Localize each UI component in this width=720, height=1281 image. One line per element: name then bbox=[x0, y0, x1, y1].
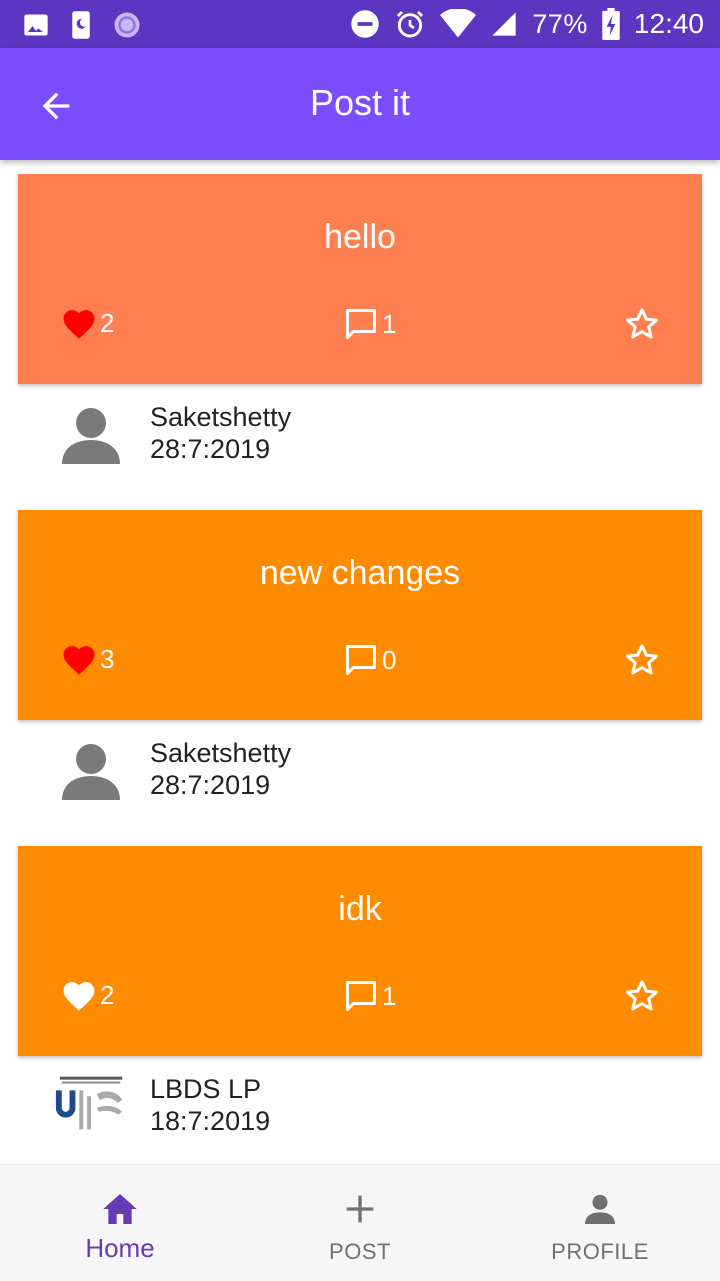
comment-count: 1 bbox=[382, 980, 397, 1011]
like-button[interactable]: 2 bbox=[60, 306, 114, 340]
battery-icon bbox=[602, 8, 620, 40]
person-avatar-icon bbox=[62, 744, 120, 800]
nav-profile-label: PROFILE bbox=[551, 1239, 649, 1264]
signal-icon bbox=[492, 12, 517, 36]
post-title: new changes bbox=[259, 554, 461, 592]
heart-filled-icon bbox=[63, 646, 95, 675]
phone-icon bbox=[72, 11, 90, 39]
wifi-icon bbox=[440, 9, 477, 38]
battery-percent: 77% bbox=[532, 8, 588, 39]
like-count: 2 bbox=[100, 307, 115, 338]
post-author[interactable]: Saketshetty 28:7:2019 bbox=[0, 386, 720, 486]
star-outline-icon bbox=[625, 980, 659, 1011]
status-bar: 77% 12:40 bbox=[0, 0, 720, 48]
nav-home-label: Home bbox=[85, 1233, 155, 1263]
comment-count: 1 bbox=[382, 308, 397, 339]
like-count: 2 bbox=[100, 979, 115, 1010]
favorite-button[interactable] bbox=[624, 642, 660, 678]
like-button[interactable]: 3 bbox=[60, 642, 114, 676]
nav-home[interactable]: Home bbox=[0, 1165, 240, 1281]
page-title: Post it bbox=[309, 82, 411, 123]
post-title: idk bbox=[338, 890, 382, 928]
alarm-icon bbox=[397, 10, 424, 38]
nav-profile[interactable]: PROFILE bbox=[480, 1165, 720, 1281]
app-bar: Post it bbox=[0, 48, 720, 160]
comment-button[interactable]: 1 bbox=[342, 978, 396, 1014]
dnd-icon bbox=[351, 10, 380, 38]
post-card[interactable]: idk 2 1 bbox=[18, 846, 702, 1056]
comment-icon bbox=[346, 981, 376, 1011]
post-date: 18:7:2019 bbox=[150, 1106, 271, 1136]
like-button[interactable]: 2 bbox=[60, 978, 114, 1012]
author-name: Saketshetty bbox=[150, 402, 292, 432]
app-icon bbox=[114, 12, 140, 38]
post-card[interactable]: hello 2 1 bbox=[18, 174, 702, 384]
favorite-button[interactable] bbox=[624, 978, 660, 1014]
heart-outline-icon bbox=[63, 982, 95, 1011]
star-outline-icon bbox=[625, 308, 659, 339]
post-title: hello bbox=[324, 218, 396, 256]
bottom-navigation: Home POST PROFILE bbox=[0, 1164, 720, 1281]
comment-button[interactable]: 0 bbox=[342, 642, 396, 678]
star-outline-icon bbox=[625, 644, 659, 675]
heart-filled-icon bbox=[63, 310, 95, 339]
image-icon bbox=[24, 14, 48, 36]
person-icon bbox=[585, 1194, 615, 1224]
post-author[interactable]: LBDS LP 18:7:2019 bbox=[0, 1058, 720, 1158]
university-logo bbox=[52, 1072, 130, 1136]
clock: 12:40 bbox=[633, 8, 704, 39]
favorite-button[interactable] bbox=[624, 306, 660, 342]
home-icon bbox=[103, 1194, 137, 1224]
author-name: Saketshetty bbox=[150, 738, 292, 768]
person-avatar-icon bbox=[62, 408, 120, 464]
post-date: 28:7:2019 bbox=[150, 434, 271, 464]
author-name: LBDS LP bbox=[150, 1074, 262, 1104]
post-card[interactable]: new changes 3 0 bbox=[18, 510, 702, 720]
add-icon bbox=[346, 1195, 374, 1223]
comment-count: 0 bbox=[382, 644, 397, 675]
post-author[interactable]: Saketshetty 28:7:2019 bbox=[0, 722, 720, 822]
nav-post-label: POST bbox=[329, 1239, 391, 1264]
post-date: 28:7:2019 bbox=[150, 770, 271, 800]
post-feed[interactable]: hello 2 1 Saketshetty 28:7:2019 new chan… bbox=[0, 160, 720, 1164]
like-count: 3 bbox=[100, 643, 115, 674]
comment-button[interactable]: 1 bbox=[342, 306, 396, 342]
comment-icon bbox=[346, 309, 376, 339]
comment-icon bbox=[346, 645, 376, 675]
nav-post[interactable]: POST bbox=[240, 1165, 480, 1281]
